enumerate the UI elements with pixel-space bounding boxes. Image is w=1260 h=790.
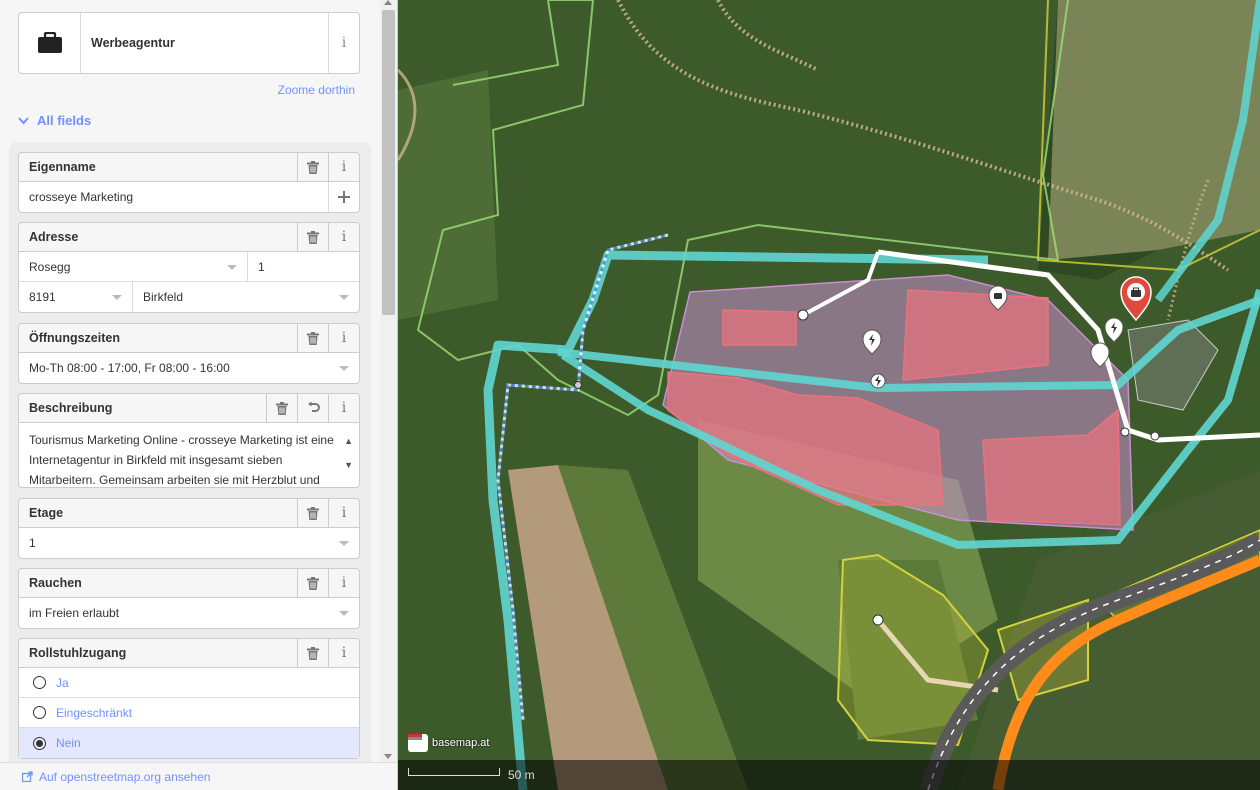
trash-icon[interactable] <box>297 324 328 352</box>
info-icon[interactable]: i <box>328 394 359 422</box>
scroll-up-icon[interactable]: ▲ <box>344 431 353 451</box>
info-icon[interactable]: i <box>328 499 359 527</box>
field-level: Etage i 1 <box>18 498 360 559</box>
map-footer-bar: 50 m <box>398 760 1260 790</box>
view-on-osm-link[interactable]: Auf openstreetmap.org ansehen <box>0 762 397 790</box>
trash-icon[interactable] <box>297 153 328 181</box>
postcode-value: 8191 <box>29 290 56 304</box>
chevron-down-icon <box>339 541 349 546</box>
sidebar-scrollbar[interactable] <box>380 0 397 762</box>
field-description: Beschreibung i Tourismus Marketing Onlin… <box>18 393 360 488</box>
info-icon[interactable]: i <box>328 324 359 352</box>
preset-info-button[interactable]: i <box>328 13 359 73</box>
wheelchair-option-nein[interactable]: Nein <box>19 728 359 758</box>
opening-hours-combo[interactable]: Mo-Th 08:00 - 17:00, Fr 08:00 - 16:00 <box>19 353 359 383</box>
option-label: Eingeschränkt <box>56 705 133 720</box>
housenumber-input[interactable]: 1 <box>247 252 359 281</box>
chevron-down-icon <box>339 611 349 616</box>
info-icon[interactable]: i <box>328 569 359 597</box>
field-opening-hours-label: Öffnungszeiten <box>29 331 120 345</box>
preset-name[interactable]: Werbeagentur <box>81 13 328 73</box>
option-label: Ja <box>56 675 69 690</box>
chevron-down-icon <box>339 366 349 371</box>
external-link-icon <box>22 771 33 782</box>
street-combo[interactable]: Rosegg <box>19 252 247 281</box>
view-on-osm-label: Auf openstreetmap.org ansehen <box>39 769 211 784</box>
field-smoking-label: Rauchen <box>29 576 82 590</box>
basemap-logo-icon <box>408 734 428 752</box>
plus-icon[interactable] <box>328 182 359 212</box>
field-name-label: Eigenname <box>29 160 96 174</box>
scale-label: 50 m <box>508 768 535 782</box>
map-view[interactable]: basemap.at 50 m <box>398 0 1260 790</box>
undo-icon[interactable] <box>297 394 328 422</box>
chevron-down-icon <box>112 295 122 300</box>
chevron-down-icon <box>227 265 237 270</box>
chevron-down-icon <box>339 295 349 300</box>
name-input[interactable]: crosseye Marketing <box>19 182 328 212</box>
briefcase-icon <box>19 13 81 73</box>
all-fields-label: All fields <box>37 113 92 128</box>
attribution-text: basemap.at <box>432 737 490 749</box>
scroll-down-icon[interactable]: ▼ <box>344 455 353 475</box>
field-name: Eigenname i crosseye Marketing <box>18 152 360 213</box>
radio-button[interactable] <box>33 736 46 750</box>
info-icon[interactable]: i <box>328 639 359 667</box>
field-address: Adresse i Rosegg 1 8191 Birkfeld <box>18 222 360 313</box>
description-value: Tourismus Marketing Online - crosseye Ma… <box>29 433 334 485</box>
radio-button[interactable] <box>33 706 46 719</box>
postcode-combo[interactable]: 8191 <box>19 282 132 312</box>
scrollbar-thumb[interactable] <box>382 10 395 315</box>
field-smoking: Rauchen i im Freien erlaubt <box>18 568 360 629</box>
scale-bar[interactable] <box>408 768 500 776</box>
opening-hours-value: Mo-Th 08:00 - 17:00, Fr 08:00 - 16:00 <box>29 361 230 375</box>
wheelchair-option-ja[interactable]: Ja <box>19 668 359 698</box>
wheelchair-option-eingeschraenkt[interactable]: Eingeschränkt <box>19 698 359 728</box>
field-opening-hours: Öffnungszeiten i Mo-Th 08:00 - 17:00, Fr… <box>18 323 360 384</box>
all-fields-toggle[interactable]: All fields <box>18 113 91 128</box>
option-label: Nein <box>56 736 81 750</box>
field-level-label: Etage <box>29 506 64 520</box>
trash-icon[interactable] <box>266 394 297 422</box>
imagery-attribution[interactable]: basemap.at <box>408 734 489 752</box>
trash-icon[interactable] <box>297 639 328 667</box>
level-combo[interactable]: 1 <box>19 528 359 558</box>
smoking-value: im Freien erlaubt <box>29 606 120 620</box>
street-value: Rosegg <box>29 259 71 274</box>
city-value: Birkfeld <box>143 290 184 304</box>
chevron-down-icon <box>18 116 29 124</box>
field-description-label: Beschreibung <box>29 401 113 415</box>
aerial-imagery <box>398 0 1260 790</box>
scroll-down-icon[interactable] <box>384 754 392 759</box>
info-icon[interactable]: i <box>328 223 359 251</box>
trash-icon[interactable] <box>297 499 328 527</box>
inspector-sidebar: Werbeagentur i Zoome dorthin All fields … <box>0 0 398 790</box>
preset-header[interactable]: Werbeagentur i <box>18 12 360 74</box>
smoking-combo[interactable]: im Freien erlaubt <box>19 598 359 628</box>
scroll-up-icon[interactable] <box>384 0 392 5</box>
level-value: 1 <box>29 536 36 550</box>
zoom-to-link[interactable]: Zoome dorthin <box>278 83 355 97</box>
inspector-scroll-area[interactable]: Werbeagentur i Zoome dorthin All fields … <box>0 0 380 762</box>
trash-icon[interactable] <box>297 569 328 597</box>
info-icon[interactable]: i <box>328 153 359 181</box>
field-wheelchair-label: Rollstuhlzugang <box>29 646 127 660</box>
radio-button[interactable] <box>33 676 46 689</box>
city-combo[interactable]: Birkfeld <box>132 282 359 312</box>
field-address-label: Adresse <box>29 230 79 244</box>
description-textarea[interactable]: Tourismus Marketing Online - crosseye Ma… <box>19 423 359 485</box>
field-wheelchair: Rollstuhlzugang i Ja Eingeschränkt Nein <box>18 638 360 759</box>
trash-icon[interactable] <box>297 223 328 251</box>
